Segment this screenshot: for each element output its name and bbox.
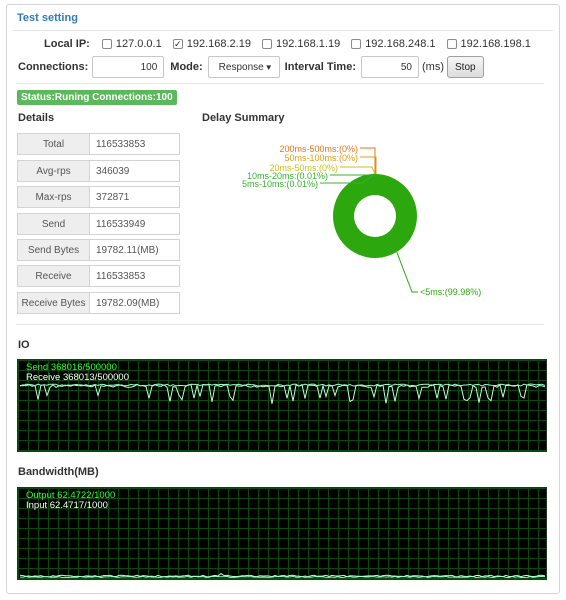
details-row-value: 116533853: [90, 265, 180, 287]
ip-option-label: 192.168.198.1: [460, 38, 531, 50]
details-row-max-rps: Max-rps 372871: [17, 186, 180, 208]
details-row-receive: Receive 116533853: [17, 265, 180, 287]
leader-line: [330, 173, 376, 176]
details-row-label: Total: [17, 133, 90, 155]
mode-label: Mode:: [170, 61, 203, 73]
connections-input[interactable]: [92, 56, 165, 78]
ip-option-label: 192.168.2.19: [186, 38, 251, 50]
ip-option-label: 192.168.248.1: [365, 38, 436, 50]
delay-summary-title: Delay Summary: [202, 112, 285, 124]
details-divider: [16, 324, 544, 325]
dropdown-arrow-icon: ▼: [264, 62, 273, 72]
details-row-value: 116533853: [90, 133, 180, 155]
leader-line: [395, 249, 418, 293]
ip-option-192-168-2-19[interactable]: ✓ 192.168.2.19: [172, 38, 251, 50]
leader-line: [360, 147, 376, 174]
bandwidth-monitor: Output 62.4722/1000 Input 62.4717/1000: [17, 487, 547, 580]
local-ip-row: Local IP: 127.0.0.1 ✓ 192.168.2.19 192.1…: [44, 38, 542, 50]
details-row-send: Send 116533949: [17, 213, 180, 235]
pie-label: <5ms:(99.98%): [420, 287, 481, 297]
io-title: IO: [18, 339, 30, 351]
mode-select[interactable]: Response ▼: [207, 56, 280, 78]
io-send-trace: [19, 383, 546, 387]
stop-button[interactable]: Stop: [447, 56, 484, 78]
ip-checkbox[interactable]: [351, 39, 362, 49]
ip-option-127-0-0-1[interactable]: 127.0.0.1: [101, 38, 162, 50]
io-receive-text: Receive 368013/500000: [26, 372, 130, 383]
details-row-value: 116533949: [90, 213, 180, 235]
pie-label: 50ms-100ms:(0%): [284, 153, 358, 163]
title-divider: [13, 30, 553, 31]
connections-row: Connections: Mode: Response ▼ Interval T…: [18, 56, 484, 78]
status-badge: Status:Runing Connections:100: [17, 90, 177, 105]
details-row-label: Avg-rps: [17, 160, 90, 182]
interval-unit: (ms): [422, 61, 444, 73]
details-row-value: 372871: [90, 186, 180, 208]
details-row-label: Receive: [17, 265, 90, 287]
details-row-label: Receive Bytes: [17, 292, 90, 314]
details-row-value: 19782.09(MB): [90, 292, 180, 314]
details-title: Details: [18, 112, 55, 124]
interval-label: Interval Time:: [284, 61, 356, 73]
interval-input[interactable]: [361, 56, 419, 78]
pie-label: 5ms-10ms:(0.01%): [242, 179, 318, 189]
delay-summary-chart: 200ms-500ms:(0%) 50ms-100ms:(0%) 20ms-50…: [242, 144, 481, 297]
leader-line: [340, 166, 376, 175]
ip-option-192-168-1-19[interactable]: 192.168.1.19: [261, 38, 341, 50]
details-row-label: Send: [17, 213, 90, 235]
bandwidth-title: Bandwidth(MB): [18, 466, 99, 478]
io-receive-trace: [19, 383, 546, 404]
bandwidth-input-text: Input 62.4717/1000: [26, 500, 108, 511]
details-row-value: 19782.11(MB): [90, 239, 180, 261]
details-row-label: Max-rps: [17, 186, 90, 208]
details-row-total: Total 116533853: [17, 133, 180, 155]
ip-option-label: 127.0.0.1: [115, 38, 162, 50]
ip-checkbox[interactable]: [261, 39, 272, 49]
settings-divider: [16, 83, 544, 84]
ip-option-192-168-198-1[interactable]: 192.168.198.1: [446, 38, 531, 50]
ip-checkbox[interactable]: [101, 39, 112, 49]
io-monitor: Send 368016/500000 Receive 368013/500000: [17, 359, 547, 452]
details-row-value: 346039: [90, 160, 180, 182]
ip-checkbox[interactable]: [446, 39, 457, 49]
donut-hole: [354, 195, 396, 237]
details-row-receive-bytes: Receive Bytes 19782.09(MB): [17, 292, 180, 314]
ip-option-192-168-248-1[interactable]: 192.168.248.1: [351, 38, 436, 50]
panel-title: Test setting: [17, 12, 78, 24]
local-ip-label: Local IP:: [44, 38, 90, 50]
ip-option-label: 192.168.1.19: [275, 38, 341, 50]
details-row-avg-rps: Avg-rps 346039: [17, 160, 180, 182]
mode-select-value: Response: [218, 61, 264, 73]
connections-label: Connections:: [18, 61, 89, 73]
details-row-label: Send Bytes: [17, 239, 90, 261]
ip-checkbox-checked[interactable]: ✓: [172, 39, 183, 49]
details-row-send-bytes: Send Bytes 19782.11(MB): [17, 239, 180, 261]
